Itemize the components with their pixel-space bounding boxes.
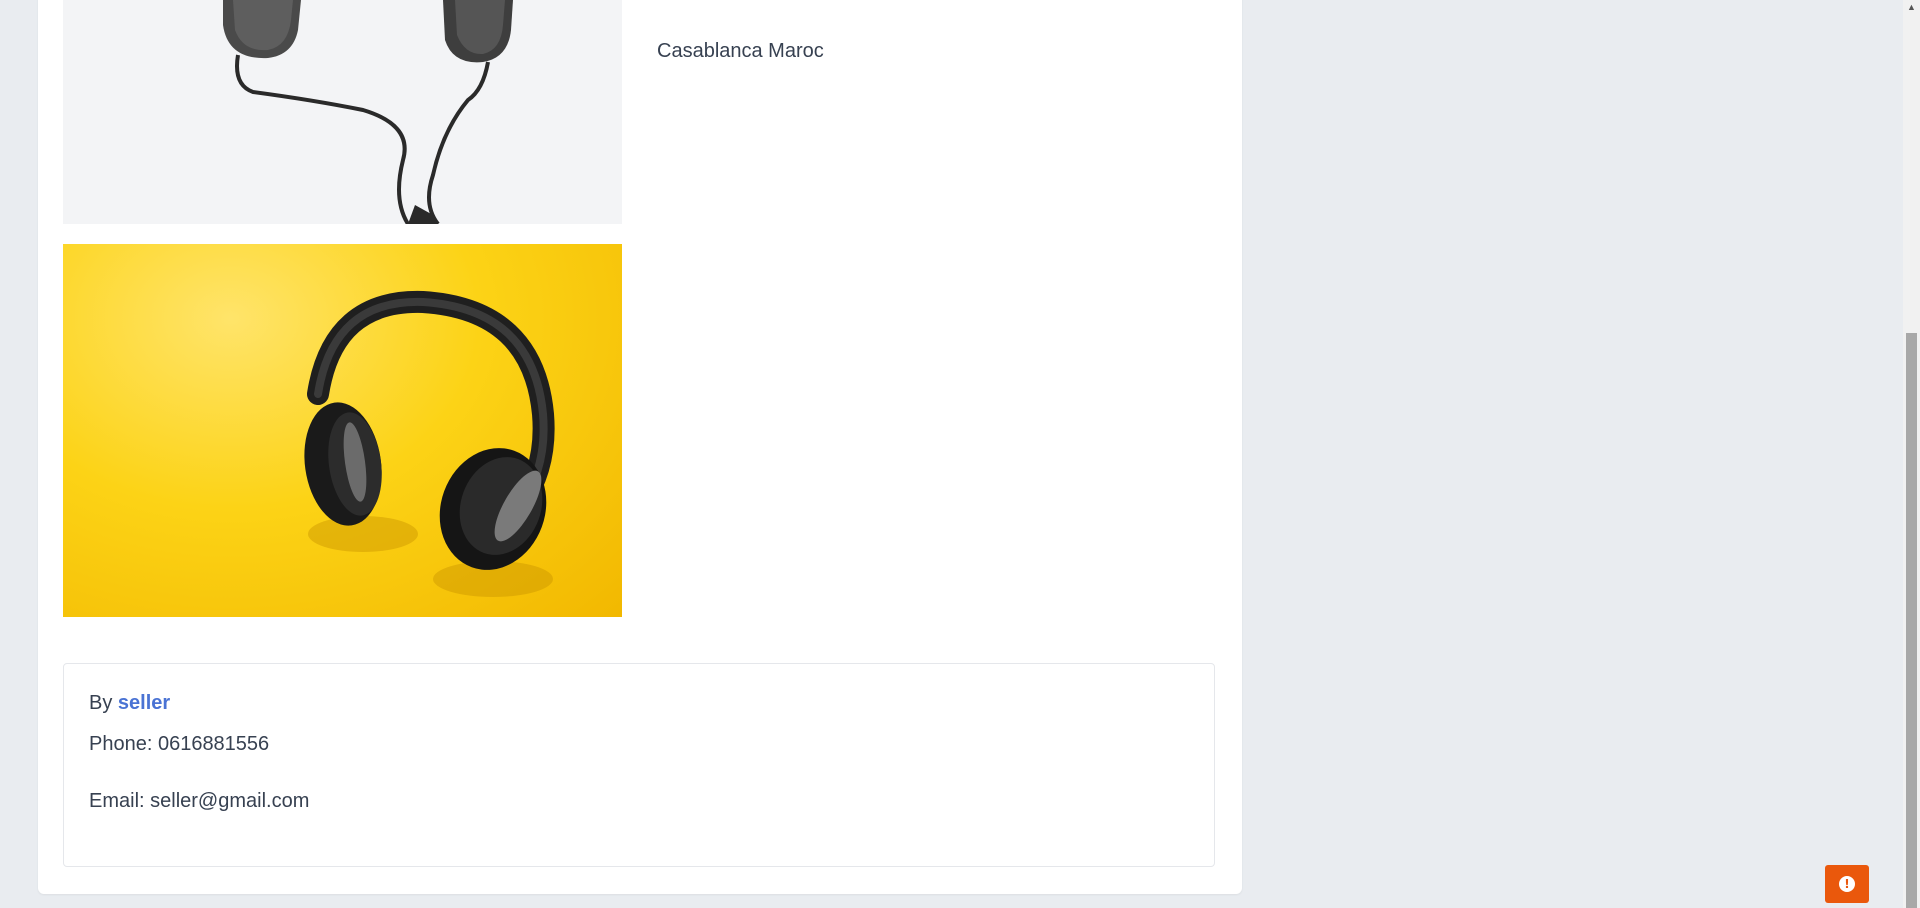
exclamation-circle-icon: ! [1839, 876, 1855, 892]
headphones-image [63, 0, 622, 224]
seller-by-line: By seller [89, 692, 170, 715]
seller-email: Email: seller@gmail.com [89, 790, 310, 812]
product-image-gray-headphones[interactable] [63, 0, 622, 224]
vertical-scrollbar[interactable]: ▲ [1903, 0, 1920, 908]
product-image-yellow-headphones[interactable] [63, 244, 622, 617]
seller-profile-link[interactable]: seller [118, 692, 170, 714]
headphones-image [304, 290, 555, 597]
scrollbar-thumb[interactable] [1906, 333, 1917, 908]
scroll-up-arrow-icon[interactable]: ▲ [1903, 0, 1920, 14]
seller-phone: Phone: 0616881556 [89, 733, 270, 755]
report-alert-button[interactable]: ! [1825, 865, 1869, 903]
product-location: Casablanca Maroc [657, 40, 824, 62]
by-label: By [89, 692, 113, 714]
seller-info-box: By seller Phone: 0616881556 Email: selle… [63, 663, 1215, 867]
